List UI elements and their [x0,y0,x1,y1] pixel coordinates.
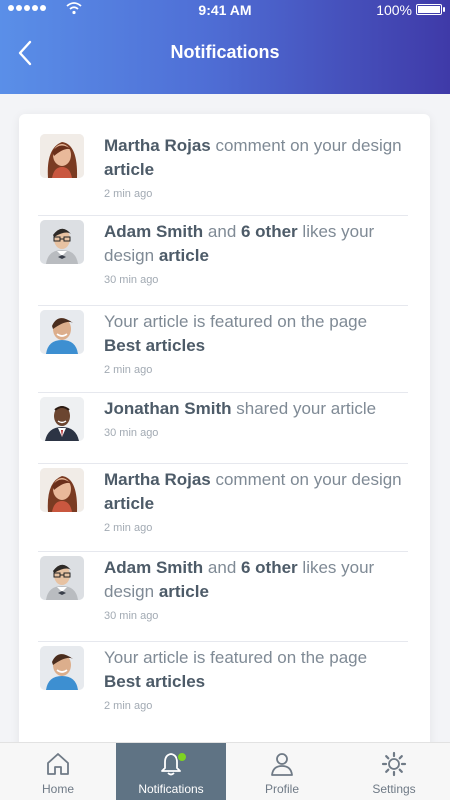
highlight-text: Martha Rojas [104,470,211,489]
man-glasses-avatar [40,556,84,600]
notification-item[interactable]: Your article is featured on the page Bes… [38,306,408,393]
tab-home[interactable]: Home [0,743,116,800]
tab-settings[interactable]: Settings [338,743,450,800]
header-bar: 9:41 AM 100% Notifications [0,0,450,94]
message-text: Your article is featured on the page [104,648,368,667]
highlight-text: 6 other [241,222,298,241]
woman-avatar [40,468,84,512]
highlight-text: Adam Smith [104,558,204,577]
message-text: shared your article [231,399,377,418]
notification-time: 2 min ago [104,522,153,534]
notification-item[interactable]: Adam Smith and 6 other likes your design… [38,552,408,642]
notification-message: Martha Rojas comment on your design arti… [104,134,404,182]
highlight-text: article [158,246,209,265]
notification-message: Your article is featured on the page Bes… [104,310,404,358]
tab-label: Settings [372,782,416,796]
notification-item[interactable]: Adam Smith and 6 other likes your design… [38,216,408,306]
notification-badge [177,752,187,762]
notification-item[interactable]: Your article is featured on the page Bes… [38,642,408,732]
notification-time: 30 min ago [104,274,159,286]
highlight-text: article [104,494,155,513]
message-text: and [203,222,241,241]
message-text: Your article is featured on the page [104,312,368,331]
highlight-text: Jonathan Smith [104,399,232,418]
tab-label: Notifications [138,782,204,796]
notifications-list: Martha Rojas comment on your design arti… [19,114,430,754]
highlight-text: Best articles [104,336,206,355]
battery-percent: 100% [376,2,412,18]
tab-notifications[interactable]: Notifications [116,743,226,800]
notification-item[interactable]: Jonathan Smith shared your article 30 min… [38,393,408,464]
status-bar: 9:41 AM 100% [0,0,450,20]
highlight-text: 6 other [241,558,298,577]
tab-profile[interactable]: Profile [226,743,338,800]
notification-time: 2 min ago [104,188,153,200]
notification-message: Your article is featured on the page Bes… [104,646,404,694]
highlight-text: Best articles [104,672,206,691]
notification-time: 2 min ago [104,364,153,376]
man-smiling-avatar [40,310,84,354]
woman-avatar [40,134,84,178]
notification-message: Jonathan Smith shared your article [104,397,404,421]
message-text: comment on your design [210,470,402,489]
man-smiling-avatar [40,646,84,690]
notification-message: Adam Smith and 6 other likes your design… [104,220,404,268]
battery-icon [416,4,445,15]
tab-label: Home [41,782,74,796]
page-title: Notifications [170,42,280,62]
notification-time: 30 min ago [104,610,159,622]
highlight-text: Adam Smith [104,222,204,241]
notification-item[interactable]: Martha Rojas comment on your design arti… [38,130,408,216]
message-text: comment on your design [210,136,402,155]
notification-time: 2 min ago [104,700,153,712]
tab-label: Profile [264,782,299,796]
highlight-text: article [158,582,209,601]
man-suit-avatar [40,397,84,441]
notification-time: 30 min ago [104,427,159,439]
highlight-text: article [104,160,155,179]
notification-message: Martha Rojas comment on your design arti… [104,468,404,516]
man-glasses-avatar [40,220,84,264]
notification-item[interactable]: Martha Rojas comment on your design arti… [38,464,408,552]
tab-bar: Home Notifications Profile Settings [0,742,450,800]
notification-message: Adam Smith and 6 other likes your design… [104,556,404,604]
message-text: and [203,558,241,577]
highlight-text: Martha Rojas [104,136,211,155]
